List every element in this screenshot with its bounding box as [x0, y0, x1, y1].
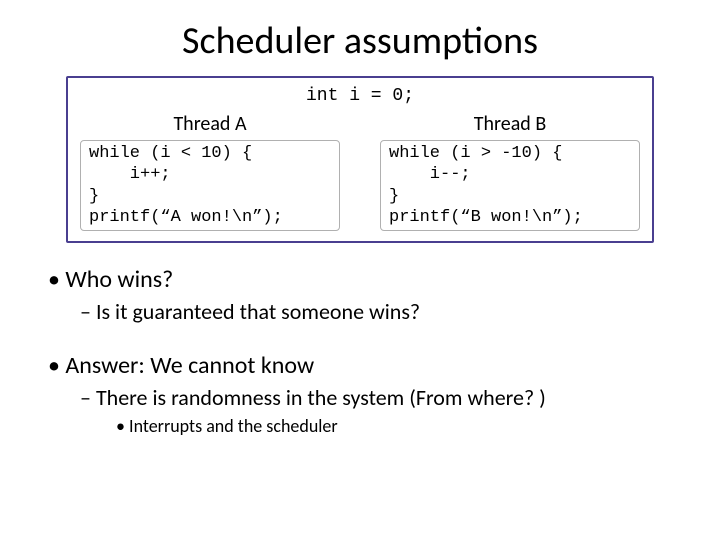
thread-b-column: Thread B while (i > -10) { i--; } printf…	[380, 112, 640, 231]
bullet-list: Who wins? Is it guaranteed that someone …	[40, 265, 680, 437]
slide-title: Scheduler assumptions	[40, 18, 680, 64]
bullet-randomness: There is randomness in the system (From …	[80, 384, 680, 411]
threads-row: Thread A while (i < 10) { i++; } printf(…	[80, 112, 640, 231]
bullet-answer: Answer: We cannot know	[48, 351, 680, 380]
thread-b-code: while (i > -10) { i--; } printf(“B won!\…	[380, 140, 640, 231]
thread-a-column: Thread A while (i < 10) { i++; } printf(…	[80, 112, 340, 231]
thread-b-label: Thread B	[380, 112, 640, 136]
bullet-guaranteed: Is it guaranteed that someone wins?	[80, 298, 680, 325]
thread-a-code: while (i < 10) { i++; } printf(“A won!\n…	[80, 140, 340, 231]
code-box: int i = 0; Thread A while (i < 10) { i++…	[66, 76, 654, 243]
thread-a-label: Thread A	[80, 112, 340, 136]
init-code: int i = 0;	[80, 86, 640, 106]
bullet-who-wins: Who wins?	[48, 265, 680, 294]
bullet-interrupts: Interrupts and the scheduler	[116, 415, 680, 437]
